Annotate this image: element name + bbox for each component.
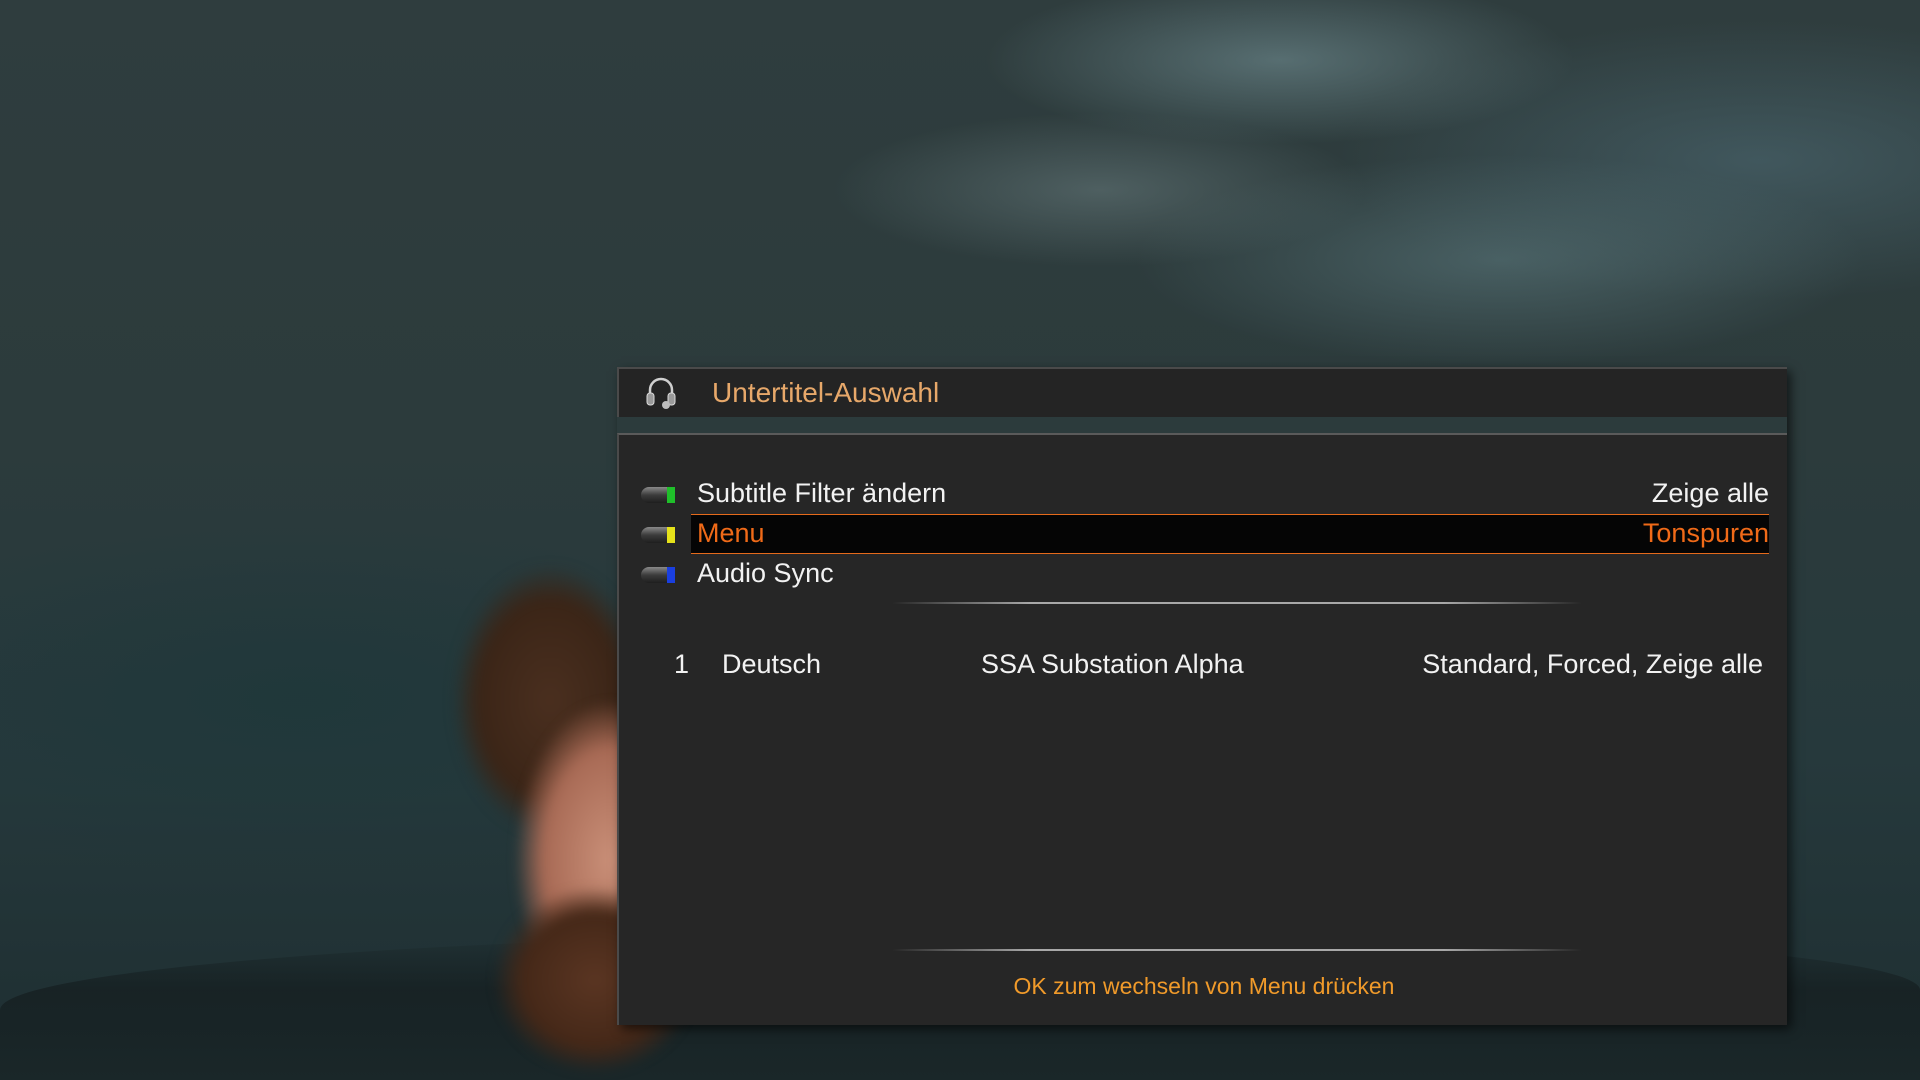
selection-highlight — [691, 514, 1769, 554]
green-button-icon — [641, 487, 675, 503]
subtitle-track-row[interactable]: 1 Deutsch SSA Substation Alpha Standard,… — [619, 645, 1789, 685]
track-language: Deutsch — [722, 649, 822, 679]
menu-item-label: Subtitle Filter ändern — [697, 478, 947, 508]
headphones-icon — [646, 377, 676, 409]
video-background: Untertitel-Auswahl Subtitle Filter änder… — [0, 0, 1920, 1080]
divider — [892, 602, 1582, 604]
track-codec: SSA Substation Alpha — [981, 649, 1244, 679]
menu-item-subtitle-filter[interactable]: Subtitle Filter ändern Zeige alle — [619, 474, 1789, 514]
menu-item-value: Zeige alle — [1651, 478, 1769, 508]
menu-item-label: Audio Sync — [697, 558, 834, 588]
yellow-button-icon — [641, 527, 675, 543]
dialog-title-bar: Untertitel-Auswahl — [617, 367, 1787, 417]
blue-button-icon — [641, 567, 675, 583]
footer-hint: OK zum wechseln von Menu drücken — [1013, 973, 1395, 999]
menu-item-value: Tonspuren — [1642, 518, 1769, 548]
menu-item-menu[interactable]: Menu Tonspuren — [619, 514, 1789, 554]
dialog-title: Untertitel-Auswahl — [712, 377, 940, 408]
track-flags: Standard, Forced, Zeige alle — [1422, 649, 1763, 679]
menu-item-audio-sync[interactable]: Audio Sync — [619, 554, 1789, 594]
track-number: 1 — [674, 649, 690, 679]
menu-item-label: Menu — [697, 518, 765, 548]
dialog-body: Subtitle Filter ändern Zeige alle Menu T… — [617, 433, 1787, 1025]
subtitle-selection-dialog: Untertitel-Auswahl Subtitle Filter änder… — [617, 367, 1787, 1025]
divider — [892, 949, 1582, 951]
